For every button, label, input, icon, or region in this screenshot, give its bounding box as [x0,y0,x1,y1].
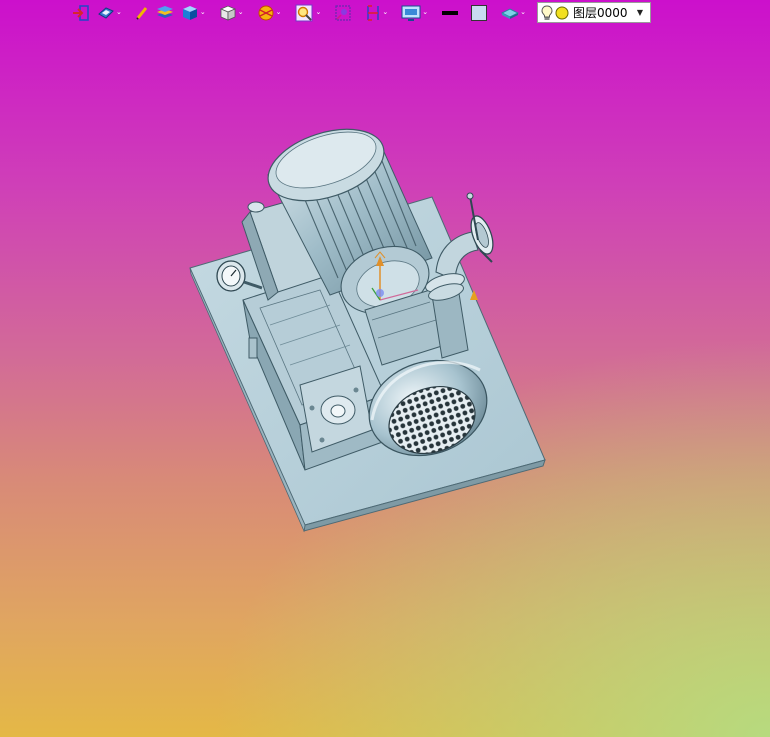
side-fitting [248,337,258,359]
3d-viewport[interactable]: ⌄ ⌄ ⌄ ⌄ ⌄ ⌄ ⌄ ⌄ 图层0000 ▼ [0,0,770,737]
pump-model[interactable] [0,0,770,737]
